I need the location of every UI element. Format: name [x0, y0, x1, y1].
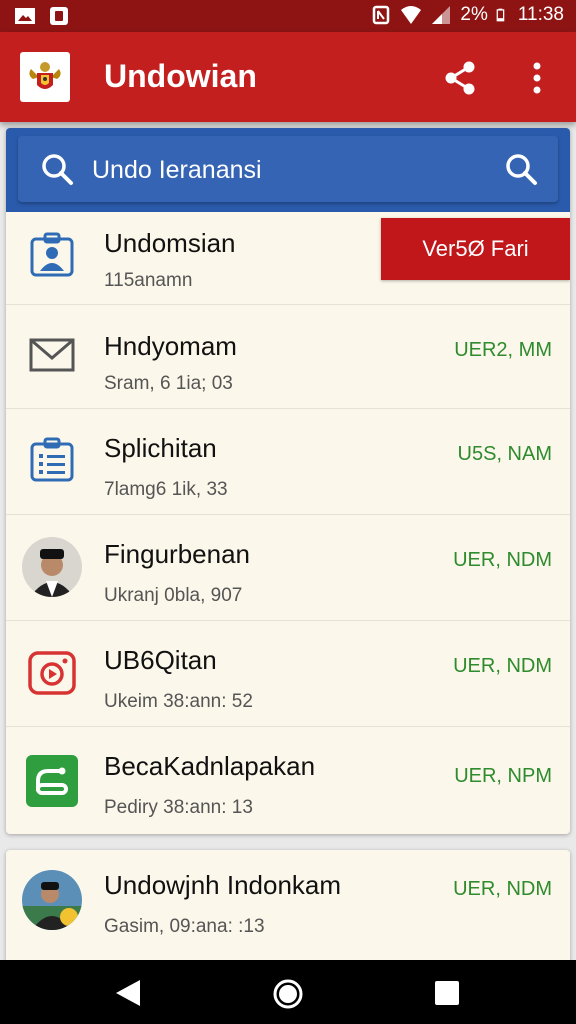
search-icon[interactable] [504, 152, 538, 186]
action-button[interactable]: Ver5Ø Fari [381, 218, 570, 280]
back-icon[interactable] [114, 978, 142, 1008]
item-status: U5S, NAM [457, 443, 552, 465]
list-item[interactable]: Hndyomam Sram, 6 1ia; 03 UER2, MM [6, 304, 570, 408]
list-item[interactable]: UB6Qitan Ukeim 38:ann: 52 UER, NDM [6, 620, 570, 726]
search-text: Undo Ieranansi [92, 156, 262, 184]
item-subtitle: Ukranj 0bla, 907 [104, 585, 243, 606]
item-title: Undomsian [104, 228, 236, 258]
item-status: UER, NDM [453, 878, 552, 900]
item-subtitle: Pediry 38:ann: 13 [104, 797, 253, 818]
list-card: Undowjnh Indonkam Gasim, 09:ana: :13 UER… [6, 850, 570, 970]
green-app-icon [22, 751, 82, 811]
more-vert-icon[interactable] [520, 58, 554, 98]
item-title: Fingurbenan [104, 539, 250, 569]
wifi-icon [401, 6, 422, 24]
item-status: UER, NDM [453, 549, 552, 571]
contact-id-icon [22, 226, 82, 286]
list-item[interactable]: BecaKadnlapakan Pediry 38:ann: 13 UER, N… [6, 726, 570, 834]
item-title: UB6Qitan [104, 645, 217, 675]
item-subtitle: Sram, 6 1ia; 03 [104, 373, 233, 394]
recent-apps-icon[interactable] [434, 980, 460, 1006]
item-status: UER, NPM [454, 765, 552, 787]
status-bar: 2% 11:38 [0, 0, 576, 32]
item-subtitle: 115anamn [104, 270, 193, 291]
list-card: Undo Ieranansi Undomsian 115anamn Ver5Ø … [6, 128, 570, 834]
list-item[interactable]: Undowjnh Indonkam Gasim, 09:ana: :13 UER… [6, 850, 570, 960]
search-input[interactable]: Undo Ieranansi [18, 136, 558, 202]
search-icon[interactable] [40, 152, 74, 186]
image-icon [15, 8, 35, 24]
list-item[interactable]: Fingurbenan Ukranj 0bla, 907 UER, NDM [6, 514, 570, 620]
home-icon[interactable] [272, 978, 304, 1010]
camera-app-icon [22, 643, 82, 703]
clipboard-list-icon [22, 431, 82, 491]
search-bar: Undo Ieranansi [6, 128, 570, 212]
mail-icon [22, 325, 82, 385]
item-title: BecaKadnlapakan [104, 751, 316, 781]
app-bar: Undowian [0, 32, 576, 122]
navigation-bar [0, 960, 576, 1024]
avatar-icon [22, 870, 82, 930]
signal-icon [432, 6, 451, 24]
item-title: Splichitan [104, 433, 217, 463]
share-icon[interactable] [440, 58, 480, 98]
battery-icon [496, 8, 505, 22]
item-subtitle: Gasim, 09:ana: :13 [104, 916, 265, 937]
nfc-icon [373, 5, 390, 25]
app-icon [50, 7, 68, 25]
garuda-emblem-icon [20, 52, 70, 102]
item-title: Undowjnh Indonkam [104, 870, 342, 900]
item-status: UER, NDM [453, 655, 552, 677]
clock-text: 11:38 [517, 4, 564, 25]
app-title: Undowian [104, 58, 257, 94]
item-title: Hndyomam [104, 331, 237, 361]
item-status: UER2, MM [454, 339, 552, 361]
list-item[interactable]: Undomsian 115anamn Ver5Ø Fari [6, 212, 570, 304]
item-subtitle: Ukeim 38:ann: 52 [104, 691, 253, 712]
list-item[interactable]: Splichitan 7lamg6 1ik, 33 U5S, NAM [6, 408, 570, 514]
avatar-icon [22, 537, 82, 597]
item-subtitle: 7lamg6 1ik, 33 [104, 479, 228, 500]
battery-text: 2% [460, 4, 488, 25]
